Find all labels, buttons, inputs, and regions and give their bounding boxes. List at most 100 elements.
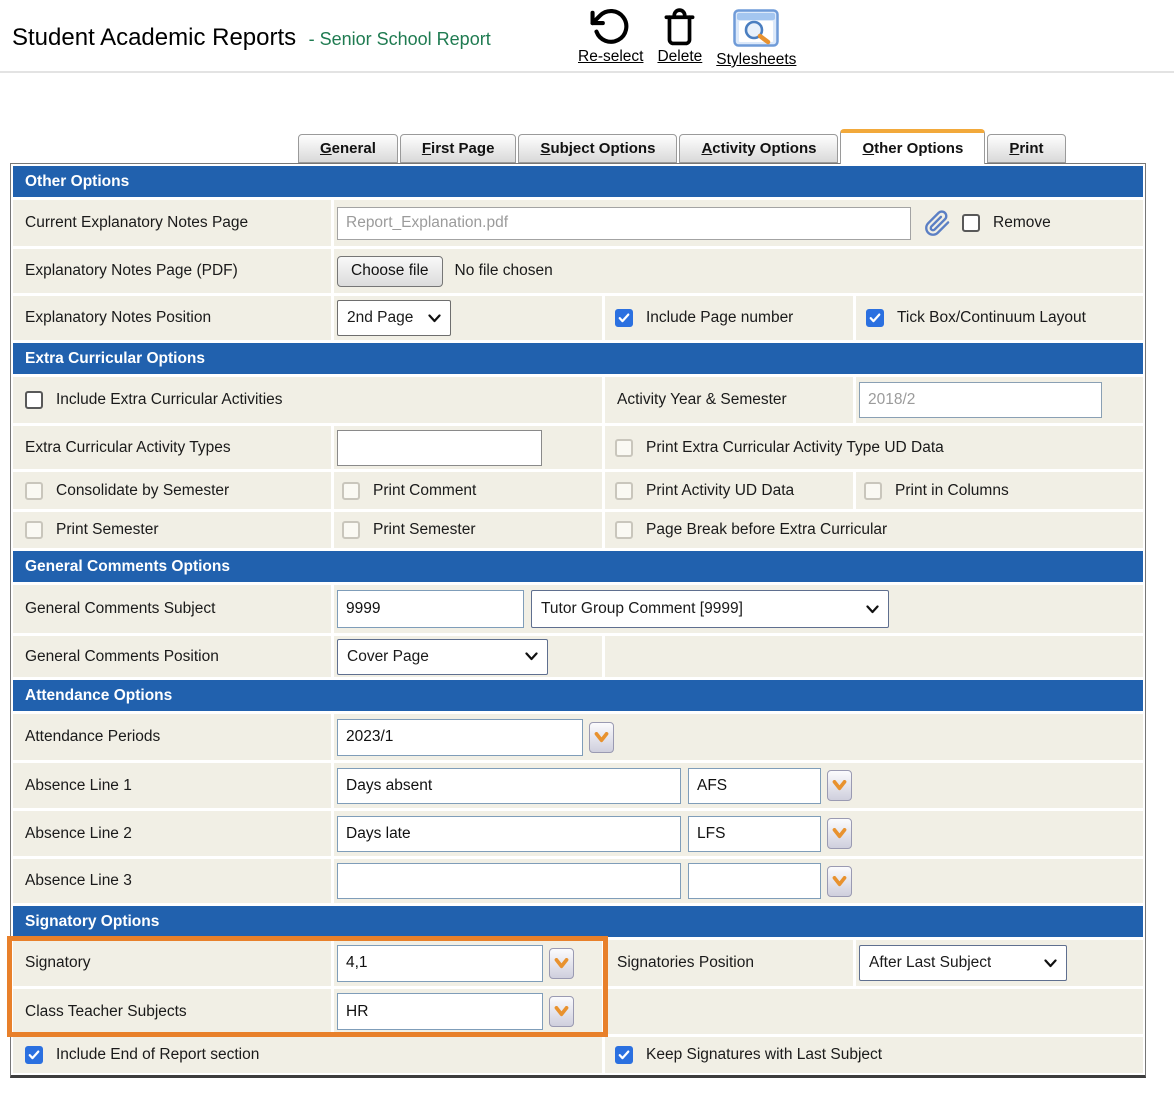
current-notes-input[interactable] <box>337 207 911 240</box>
current-notes-label: Current Explanatory Notes Page <box>13 200 331 246</box>
choose-file-button[interactable]: Choose file <box>337 256 443 287</box>
print-semester-2-checkbox[interactable] <box>342 521 360 539</box>
gc-subject-label: General Comments Subject <box>13 585 331 633</box>
print-semester-2-label: Print Semester <box>373 521 476 539</box>
print-in-columns-label: Print in Columns <box>895 482 1009 500</box>
keep-signatures-label: Keep Signatures with Last Subject <box>646 1046 882 1064</box>
class-teacher-input[interactable] <box>337 993 543 1030</box>
section-header-extra-curricular: Extra Curricular Options <box>13 343 1143 374</box>
include-end-of-report-label: Include End of Report section <box>56 1046 259 1064</box>
chevron-down-icon <box>525 652 538 661</box>
gc-position-label: General Comments Position <box>13 636 331 677</box>
activity-year-input[interactable] <box>859 382 1102 418</box>
row-current-explanatory-notes: Current Explanatory Notes Page Remove <box>13 200 1143 246</box>
activity-year-label: Activity Year & Semester <box>605 377 853 423</box>
gc-subject-input[interactable] <box>337 590 524 628</box>
print-type-ud-checkbox[interactable] <box>615 439 633 457</box>
class-teacher-lookup-button[interactable] <box>549 996 574 1027</box>
signatories-position-select[interactable]: After Last Subject <box>859 945 1067 981</box>
include-page-number-checkbox[interactable] <box>615 309 633 327</box>
absence-line-2-lookup-button[interactable] <box>827 818 852 849</box>
delete-label: Delete <box>657 48 702 66</box>
include-page-number-label: Include Page number <box>646 309 793 327</box>
include-extra-curricular-checkbox[interactable] <box>25 391 43 409</box>
reselect-button[interactable]: Re-select <box>578 5 643 66</box>
activity-types-label: Extra Curricular Activity Types <box>13 426 331 469</box>
notes-pdf-label: Explanatory Notes Page (PDF) <box>13 249 331 293</box>
include-end-of-report-checkbox[interactable] <box>25 1046 43 1064</box>
signatory-label: Signatory <box>13 940 331 986</box>
include-extra-curricular-label: Include Extra Curricular Activities <box>56 391 283 409</box>
tab-print[interactable]: Print <box>987 134 1065 163</box>
tickbox-layout-checkbox[interactable] <box>866 309 884 327</box>
print-in-columns-checkbox[interactable] <box>864 482 882 500</box>
stylesheets-button[interactable]: Stylesheets <box>716 5 796 69</box>
section-header-attendance: Attendance Options <box>13 680 1143 711</box>
section-header-other-options: Other Options <box>13 166 1143 197</box>
delete-button[interactable]: Delete <box>657 5 702 66</box>
consolidate-checkbox[interactable] <box>25 482 43 500</box>
other-options-panel: Other Options Current Explanatory Notes … <box>10 163 1146 1078</box>
print-semester-1-label: Print Semester <box>56 521 159 539</box>
tab-other-options[interactable]: Other Options <box>840 129 985 164</box>
page-title: Student Academic Reports <box>12 24 296 51</box>
page-break-label: Page Break before Extra Curricular <box>646 521 887 539</box>
trash-icon <box>661 5 698 47</box>
print-comment-label: Print Comment <box>373 482 476 500</box>
stylesheets-label: Stylesheets <box>716 51 796 69</box>
page-break-checkbox[interactable] <box>615 521 633 539</box>
print-comment-checkbox[interactable] <box>342 482 360 500</box>
keep-signatures-checkbox[interactable] <box>615 1046 633 1064</box>
attendance-periods-lookup-button[interactable] <box>589 722 614 753</box>
chevron-down-icon <box>866 605 879 614</box>
tab-first-page[interactable]: First Page <box>400 134 517 163</box>
notes-position-select[interactable]: 2nd Page <box>337 300 451 336</box>
file-status-text: No file chosen <box>455 262 553 280</box>
paperclip-icon[interactable] <box>924 210 951 237</box>
row-explanatory-notes-position: Explanatory Notes Position 2nd Page Incl… <box>13 296 1143 340</box>
print-semester-1-checkbox[interactable] <box>25 521 43 539</box>
tab-activity-options[interactable]: Activity Options <box>679 134 838 163</box>
section-header-signatory: Signatory Options <box>13 906 1143 937</box>
row-general-comments-position: General Comments Position Cover Page <box>13 636 1143 677</box>
tickbox-layout-label: Tick Box/Continuum Layout <box>897 309 1086 327</box>
remove-checkbox[interactable] <box>962 214 980 232</box>
chevron-down-icon <box>554 1006 569 1017</box>
absence-line-3-code-input[interactable] <box>688 863 821 899</box>
header-divider <box>0 71 1174 73</box>
gc-subject-select[interactable]: Tutor Group Comment [9999] <box>531 590 889 628</box>
section-header-general-comments: General Comments Options <box>13 551 1143 582</box>
chevron-down-icon <box>832 780 847 791</box>
absence-line-3-text-input[interactable] <box>337 863 681 899</box>
absence-line-1-text-input[interactable] <box>337 768 681 804</box>
chevron-down-icon <box>428 314 441 323</box>
absence-line-1-lookup-button[interactable] <box>827 770 852 801</box>
row-explanatory-notes-pdf: Explanatory Notes Page (PDF) Choose file… <box>13 249 1143 293</box>
print-type-ud-label: Print Extra Curricular Activity Type UD … <box>646 439 944 457</box>
chevron-down-icon <box>832 876 847 887</box>
absence-line-2-text-input[interactable] <box>337 816 681 852</box>
absence-line-3-lookup-button[interactable] <box>827 866 852 897</box>
tab-general[interactable]: General <box>298 134 398 163</box>
row-signatory: Signatory Signatories Position After Las… <box>13 940 1143 986</box>
activity-types-input[interactable] <box>337 430 542 466</box>
signatories-position-label: Signatories Position <box>605 940 853 986</box>
attendance-periods-input[interactable] <box>337 719 583 756</box>
print-activity-ud-checkbox[interactable] <box>615 482 633 500</box>
signatory-input[interactable] <box>337 945 543 982</box>
chevron-down-icon <box>594 732 609 743</box>
row-general-comments-subject: General Comments Subject Tutor Group Com… <box>13 585 1143 633</box>
row-class-teacher-subjects: Class Teacher Subjects <box>13 989 1143 1034</box>
absence-line-1-label: Absence Line 1 <box>13 763 331 808</box>
gc-position-select[interactable]: Cover Page <box>337 639 548 675</box>
row-attendance-periods: Attendance Periods <box>13 714 1143 760</box>
row-absence-line-2: Absence Line 2 <box>13 811 1143 856</box>
tab-subject-options[interactable]: Subject Options <box>518 134 677 163</box>
absence-line-2-label: Absence Line 2 <box>13 811 331 856</box>
signatory-lookup-button[interactable] <box>549 948 574 979</box>
chevron-down-icon <box>554 958 569 969</box>
absence-line-2-code-input[interactable] <box>688 816 821 852</box>
absence-line-1-code-input[interactable] <box>688 768 821 804</box>
row-absence-line-3: Absence Line 3 <box>13 859 1143 903</box>
page-subtitle: - Senior School Report <box>309 29 491 49</box>
